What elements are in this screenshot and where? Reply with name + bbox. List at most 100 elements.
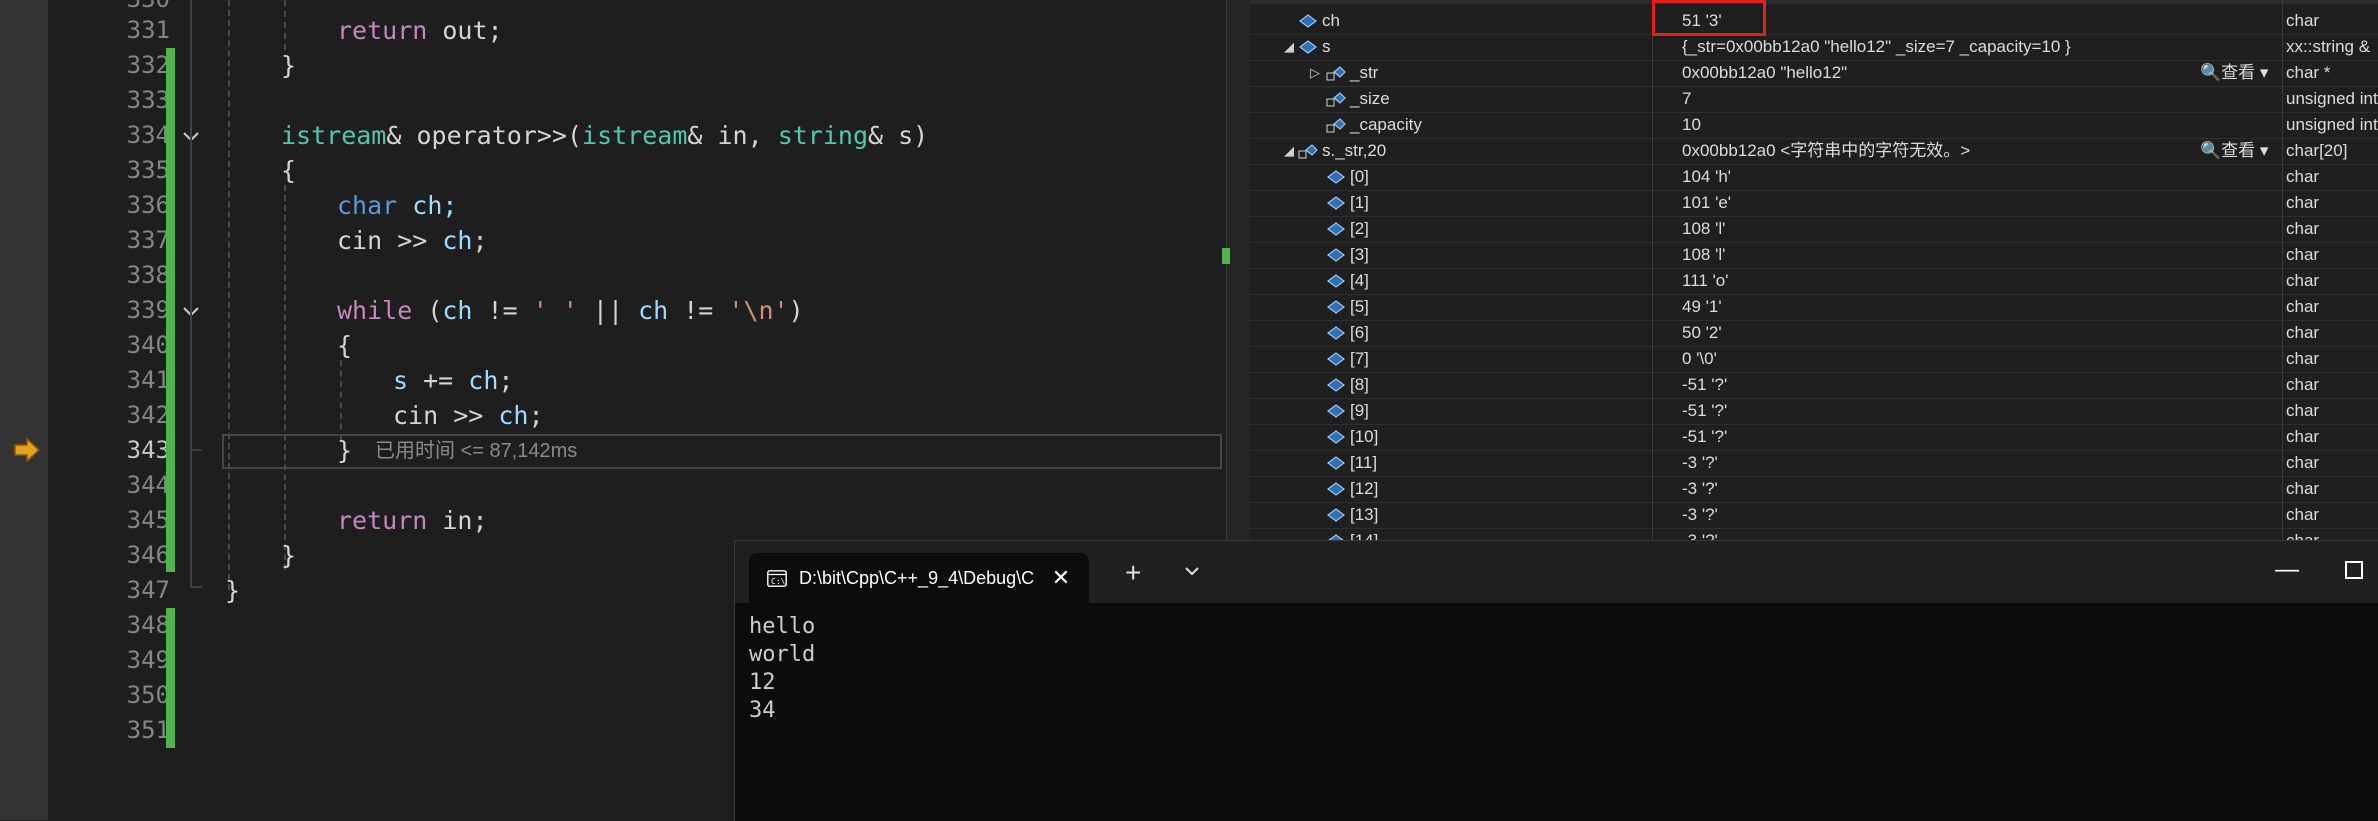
watch-row-array-element[interactable]: [6] 50 '2' char: [1250, 320, 2378, 347]
code-line-339[interactable]: while (ch != ' ' || ch != '\n'): [337, 293, 804, 328]
variable-icon: [1327, 300, 1345, 314]
watch-value[interactable]: {_str=0x00bb12a0 "hello12" _size=7 _capa…: [1682, 34, 2071, 60]
code-line-337[interactable]: cin >> ch;: [337, 223, 488, 258]
current-statement-arrow-icon: [14, 437, 41, 463]
view-visualizer-button[interactable]: 🔍查看 ▾: [2200, 138, 2268, 164]
collapse-triangle-icon[interactable]: ◢: [1284, 34, 1294, 60]
watch-row-array-element[interactable]: [10] -51 '?' char: [1250, 424, 2378, 451]
code-line-335[interactable]: {: [281, 153, 296, 188]
watch-type: char: [2286, 323, 2320, 342]
watch-type: char[20]: [2286, 141, 2348, 160]
variable-icon: [1299, 40, 1317, 54]
variable-icon: [1299, 14, 1317, 28]
scrollbar-change-marker: [1222, 248, 1230, 264]
watch-row-array-element[interactable]: [11] -3 '?' char: [1250, 450, 2378, 477]
glyph-margin[interactable]: [0, 0, 48, 820]
watch-row-s[interactable]: ◢ s {_str=0x00bb12a0 "hello12" _size=7 _…: [1250, 34, 2378, 61]
line-number: 346: [126, 541, 170, 569]
watch-row-array-element[interactable]: [2] 108 'l' char: [1250, 216, 2378, 243]
watch-column-divider[interactable]: [1652, 0, 1653, 540]
watch-value[interactable]: 111 'o': [1682, 268, 1729, 294]
code-line-345[interactable]: return in;: [337, 503, 488, 538]
watch-value[interactable]: 49 '1': [1682, 294, 1722, 320]
line-number: 348: [126, 611, 170, 639]
code-line-346[interactable]: }: [281, 538, 296, 573]
console-output[interactable]: hello world 12 34: [749, 613, 815, 725]
watch-value[interactable]: -3 '?': [1682, 502, 1718, 528]
close-icon[interactable]: ✕: [1049, 566, 1073, 590]
code-token: }: [281, 541, 297, 570]
watch-value[interactable]: 50 '2': [1682, 320, 1722, 346]
watch-value[interactable]: 0x00bb12a0 <字符串中的字符无效。>: [1682, 138, 1970, 164]
indent-guide: [228, 0, 230, 590]
private-member-icon: [1298, 144, 1318, 159]
watch-value[interactable]: 7: [1682, 86, 1691, 112]
watch-name: s: [1322, 37, 1331, 56]
watch-row-array-element[interactable]: [13] -3 '?' char: [1250, 502, 2378, 529]
watch-name: s._str,20: [1322, 141, 1387, 160]
view-visualizer-button[interactable]: 🔍查看 ▾: [2200, 60, 2268, 86]
watch-value[interactable]: 104 'h': [1682, 164, 1731, 190]
variable-token: ch: [442, 226, 473, 255]
watch-value[interactable]: -51 '?': [1682, 372, 1727, 398]
watch-value[interactable]: 0x00bb12a0 "hello12": [1682, 60, 1847, 86]
code-line-332[interactable]: }: [281, 48, 296, 83]
code-line-336[interactable]: char ch;: [337, 188, 457, 223]
watch-value[interactable]: -51 '?': [1682, 424, 1727, 450]
new-tab-plus-icon[interactable]: +: [1125, 559, 1141, 587]
watch-value[interactable]: 0 '\0': [1682, 346, 1717, 372]
watch-row-array-element[interactable]: [1] 101 'e' char: [1250, 190, 2378, 217]
watch-row-array-element[interactable]: [8] -51 '?' char: [1250, 372, 2378, 399]
collapse-triangle-icon[interactable]: ◢: [1284, 138, 1294, 164]
watch-row-str[interactable]: ▷ _str 0x00bb12a0 "hello12" 🔍查看 ▾ char *: [1250, 60, 2378, 87]
perf-tip[interactable]: 已用时间 <= 87,142ms: [375, 437, 577, 465]
variable-icon: [1327, 430, 1345, 444]
watch-name: [11]: [1350, 453, 1378, 472]
code-line-334[interactable]: istream& operator>>(istream& in, string&…: [281, 118, 928, 153]
watch-value[interactable]: 108 'l': [1682, 216, 1725, 242]
fold-region-end: [190, 449, 202, 451]
watch-value[interactable]: 101 'e': [1682, 190, 1731, 216]
minimize-icon[interactable]: —: [2275, 556, 2299, 584]
console-tab[interactable]: C:\ D:\bit\Cpp\C++_9_4\Debug\C ✕: [749, 553, 1089, 603]
chevron-down-icon[interactable]: [1181, 559, 1203, 583]
watch-value[interactable]: -51 '?': [1682, 398, 1727, 424]
watch-name: [5]: [1350, 297, 1369, 316]
code-line-343[interactable]: }: [337, 433, 352, 468]
code-line-341[interactable]: s += ch;: [393, 363, 513, 398]
watch-row-size[interactable]: _size 7 unsigned int: [1250, 86, 2378, 113]
variable-icon: [1327, 222, 1345, 236]
watch-value[interactable]: 10: [1682, 112, 1701, 138]
watch-row-array-element[interactable]: [4] 111 'o' char: [1250, 268, 2378, 295]
watch-type: char: [2286, 297, 2320, 316]
code-line-347[interactable]: }: [225, 573, 240, 608]
console-titlebar[interactable]: C:\ D:\bit\Cpp\C++_9_4\Debug\C ✕ + —: [735, 541, 2378, 603]
watch-column-divider[interactable]: [2282, 0, 2283, 540]
watch-row-array-element[interactable]: [7] 0 '\0' char: [1250, 346, 2378, 373]
line-number: 333: [126, 86, 170, 114]
watch-value[interactable]: 108 'l': [1682, 242, 1725, 268]
watch-row-array-element[interactable]: [3] 108 'l' char: [1250, 242, 2378, 269]
watch-row-array-element[interactable]: [9] -51 '?' char: [1250, 398, 2378, 425]
watch-type: char: [2286, 245, 2320, 264]
private-member-icon: [1326, 66, 1346, 81]
console-window[interactable]: C:\ D:\bit\Cpp\C++_9_4\Debug\C ✕ + — hel…: [734, 540, 2378, 821]
watch-row-ch[interactable]: ch 51 '3' char: [1250, 8, 2378, 35]
code-token: ;: [472, 226, 488, 255]
watch-value[interactable]: -3 '?': [1682, 476, 1718, 502]
watch-type: xx::string &: [2286, 37, 2371, 56]
watch-name: [7]: [1350, 349, 1369, 368]
watch-row-array-element[interactable]: [5] 49 '1' char: [1250, 294, 2378, 321]
code-line-342[interactable]: cin >> ch;: [393, 398, 544, 433]
watch-row-s-str-20[interactable]: ◢ s._str,20 0x00bb12a0 <字符串中的字符无效。> 🔍查看 …: [1250, 138, 2378, 165]
watch-row-capacity[interactable]: _capacity 10 unsigned int: [1250, 112, 2378, 139]
code-line-340[interactable]: {: [337, 328, 352, 363]
current-line-highlight: [222, 434, 1222, 469]
code-line-331[interactable]: return out;: [337, 13, 503, 48]
watch-row-array-element[interactable]: [12] -3 '?' char: [1250, 476, 2378, 503]
maximize-icon[interactable]: [2345, 561, 2363, 579]
watch-value[interactable]: -3 '?': [1682, 450, 1718, 476]
expand-triangle-icon[interactable]: ▷: [1310, 60, 1320, 86]
watch-row-array-element[interactable]: [0] 104 'h' char: [1250, 164, 2378, 191]
watch-type: char: [2286, 167, 2320, 186]
